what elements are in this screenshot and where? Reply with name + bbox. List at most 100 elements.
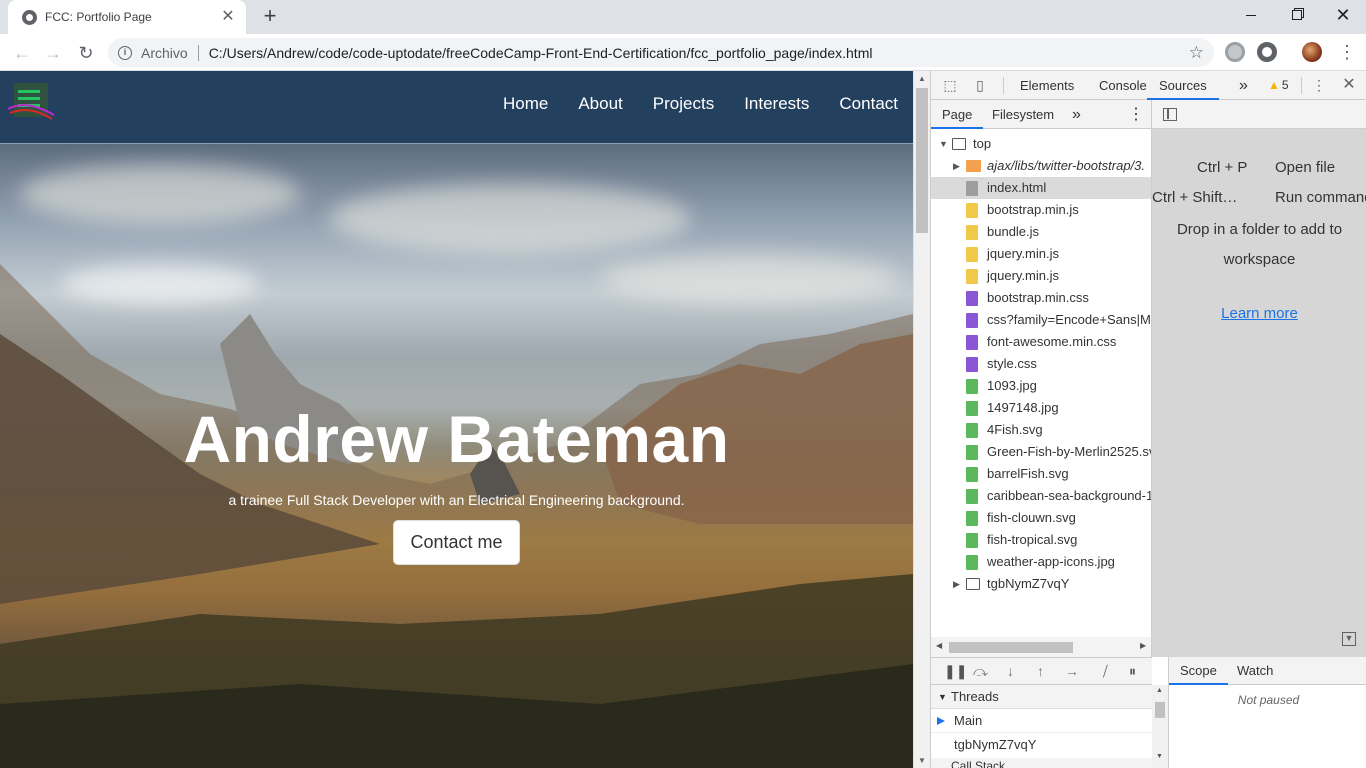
more-tabs-icon[interactable]: »: [1239, 71, 1248, 100]
nav-link-contact[interactable]: Contact: [839, 93, 898, 115]
learn-more-link[interactable]: Learn more: [1152, 305, 1366, 322]
file-tree-item[interactable]: css?family=Encode+Sans|Ma: [931, 309, 1151, 331]
device-toolbar-icon[interactable]: ▯: [972, 77, 988, 93]
file-tree-item[interactable]: font-awesome.min.css: [931, 331, 1151, 353]
nav-link-interests[interactable]: Interests: [744, 93, 809, 115]
file-tree-item[interactable]: 1093.jpg: [931, 375, 1151, 397]
file-tree-label: 4Fish.svg: [987, 422, 1043, 437]
collapsed-arrow-icon[interactable]: ▶: [953, 155, 960, 177]
close-devtools-icon[interactable]: ✕: [1341, 77, 1357, 93]
thread-row[interactable]: Main: [931, 709, 1152, 733]
navigator-menu-icon[interactable]: ⋮: [1128, 100, 1144, 129]
address-bar[interactable]: i Archivo C:/Users/Andrew/code/code-upto…: [108, 38, 1214, 67]
scrollbar-thumb[interactable]: [916, 88, 928, 233]
more-subtabs-icon[interactable]: »: [1072, 100, 1081, 129]
file-tree-item[interactable]: jquery.min.js: [931, 243, 1151, 265]
file-tree-item[interactable]: style.css: [931, 353, 1151, 375]
close-window-button[interactable]: ✕: [1320, 0, 1366, 30]
navigator-hscrollbar[interactable]: ◀ ▶: [931, 637, 1151, 657]
pause-on-exceptions-icon[interactable]: ⏸: [1129, 663, 1136, 680]
fish-logo-icon[interactable]: [6, 79, 58, 125]
editor-toolbar: [1152, 100, 1366, 129]
url-text[interactable]: C:/Users/Andrew/code/code-uptodate/freeC…: [209, 45, 873, 61]
file-tree-item[interactable]: bootstrap.min.css: [931, 287, 1151, 309]
contact-me-button[interactable]: Contact me: [393, 520, 520, 565]
subtab-page[interactable]: Page: [931, 100, 984, 129]
toggle-navigator-icon[interactable]: [1163, 108, 1177, 121]
tab-close-icon[interactable]: ✕: [220, 9, 236, 25]
step-over-icon[interactable]: ⤼: [973, 663, 988, 680]
restore-button[interactable]: [1274, 0, 1320, 30]
file-tree-item[interactable]: fish-clouwn.svg: [931, 507, 1151, 529]
file-tree-label: 1497148.jpg: [987, 400, 1059, 415]
tab-watch[interactable]: Watch: [1237, 657, 1273, 685]
step-into-icon[interactable]: ↓: [1007, 663, 1014, 679]
back-button[interactable]: ←: [9, 40, 35, 66]
new-tab-button[interactable]: +: [258, 4, 282, 28]
extension-icon[interactable]: [1257, 42, 1277, 62]
step-icon[interactable]: →: [1065, 663, 1079, 679]
scroll-down-icon[interactable]: ▼: [918, 756, 926, 765]
warning-icon: ▲: [1268, 78, 1280, 92]
browser-tab[interactable]: FCC: Portfolio Page ✕: [8, 0, 246, 34]
image-file-icon: [966, 467, 978, 482]
profile-avatar[interactable]: [1302, 42, 1322, 62]
nav-link-home[interactable]: Home: [503, 93, 548, 115]
browser-menu-icon[interactable]: ⋮: [1338, 41, 1356, 63]
tab-strip: FCC: Portfolio Page ✕ + ✕: [0, 0, 1366, 34]
file-tree-item[interactable]: Green-Fish-by-Merlin2525.sv: [931, 441, 1152, 463]
file-tree-item[interactable]: ▼ top: [931, 133, 1151, 155]
bookmark-star-icon[interactable]: ☆: [1189, 43, 1204, 63]
file-tree-label: Green-Fish-by-Merlin2525.sv: [987, 444, 1152, 459]
tab-sources[interactable]: Sources: [1147, 71, 1219, 100]
devtools-menu-icon[interactable]: ⋮: [1311, 77, 1327, 93]
tab-elements[interactable]: Elements: [1020, 71, 1074, 100]
file-tree-item[interactable]: barrelFish.svg: [931, 463, 1151, 485]
pause-icon[interactable]: ❚❚: [944, 663, 967, 680]
scroll-right-icon[interactable]: ▶: [1140, 641, 1146, 650]
globe-icon: [22, 9, 37, 25]
file-tree-item[interactable]: bootstrap.min.js: [931, 199, 1151, 221]
scroll-left-icon[interactable]: ◀: [936, 641, 942, 650]
thread-row[interactable]: tgbNymZ7vqY: [931, 733, 1152, 757]
nav-link-about[interactable]: About: [578, 93, 622, 115]
file-tree-item[interactable]: jquery.min.js: [931, 265, 1151, 287]
threads-scrollbar[interactable]: ▲ ▼: [1152, 685, 1168, 768]
file-tree-label: barrelFish.svg: [987, 466, 1069, 481]
file-tree-item[interactable]: caribbean-sea-background-1: [931, 485, 1151, 507]
file-tree-item[interactable]: index.html: [931, 177, 1151, 199]
tab-console[interactable]: Console: [1099, 71, 1147, 100]
file-tree-label: tgbNymZ7vqY: [987, 576, 1070, 591]
file-tree-label: bootstrap.min.css: [987, 290, 1089, 305]
thread-label: Main: [954, 713, 983, 728]
forward-button[interactable]: →: [40, 40, 66, 66]
tab-scope[interactable]: Scope: [1169, 657, 1228, 685]
minimize-button[interactable]: [1228, 0, 1274, 30]
file-tree-item[interactable]: 4Fish.svg: [931, 419, 1151, 441]
nav-link-projects[interactable]: Projects: [653, 93, 714, 115]
reload-button[interactable]: ↻: [73, 40, 99, 66]
inspect-element-icon[interactable]: ⬚: [942, 77, 958, 93]
subtab-filesystem[interactable]: Filesystem: [992, 100, 1054, 129]
call-stack-header[interactable]: Call Stack: [931, 758, 1152, 768]
deactivate-breakpoints-icon[interactable]: ⧸: [1103, 663, 1108, 680]
collapsed-arrow-icon[interactable]: ▶: [953, 573, 960, 595]
file-tree-item[interactable]: bundle.js: [931, 221, 1151, 243]
page-scrollbar[interactable]: ▲ ▼: [913, 71, 930, 768]
file-tree-item[interactable]: ▶ ajax/libs/twitter-bootstrap/3.: [931, 155, 1151, 177]
file-tree-item[interactable]: ▶ tgbNymZ7vqY: [931, 573, 1151, 595]
file-tree-item[interactable]: fish-tropical.svg: [931, 529, 1151, 551]
threads-header[interactable]: ▼ Threads: [931, 685, 1152, 709]
toggle-debugger-icon[interactable]: ▼: [1342, 632, 1356, 646]
scroll-up-icon[interactable]: ▲: [918, 74, 926, 83]
file-tree-item[interactable]: weather-app-icons.jpg: [931, 551, 1151, 573]
scrollbar-thumb[interactable]: [949, 642, 1073, 653]
file-tree-item[interactable]: 1497148.jpg: [931, 397, 1151, 419]
extension-icon[interactable]: [1225, 42, 1245, 62]
info-icon[interactable]: i: [118, 45, 132, 60]
step-out-icon[interactable]: ↑: [1037, 663, 1044, 679]
expanded-arrow-icon[interactable]: ▼: [939, 133, 948, 155]
thread-label: tgbNymZ7vqY: [954, 737, 1037, 752]
call-stack-title: Call Stack: [951, 759, 1006, 768]
warnings-badge[interactable]: ▲ 5: [1268, 78, 1289, 92]
